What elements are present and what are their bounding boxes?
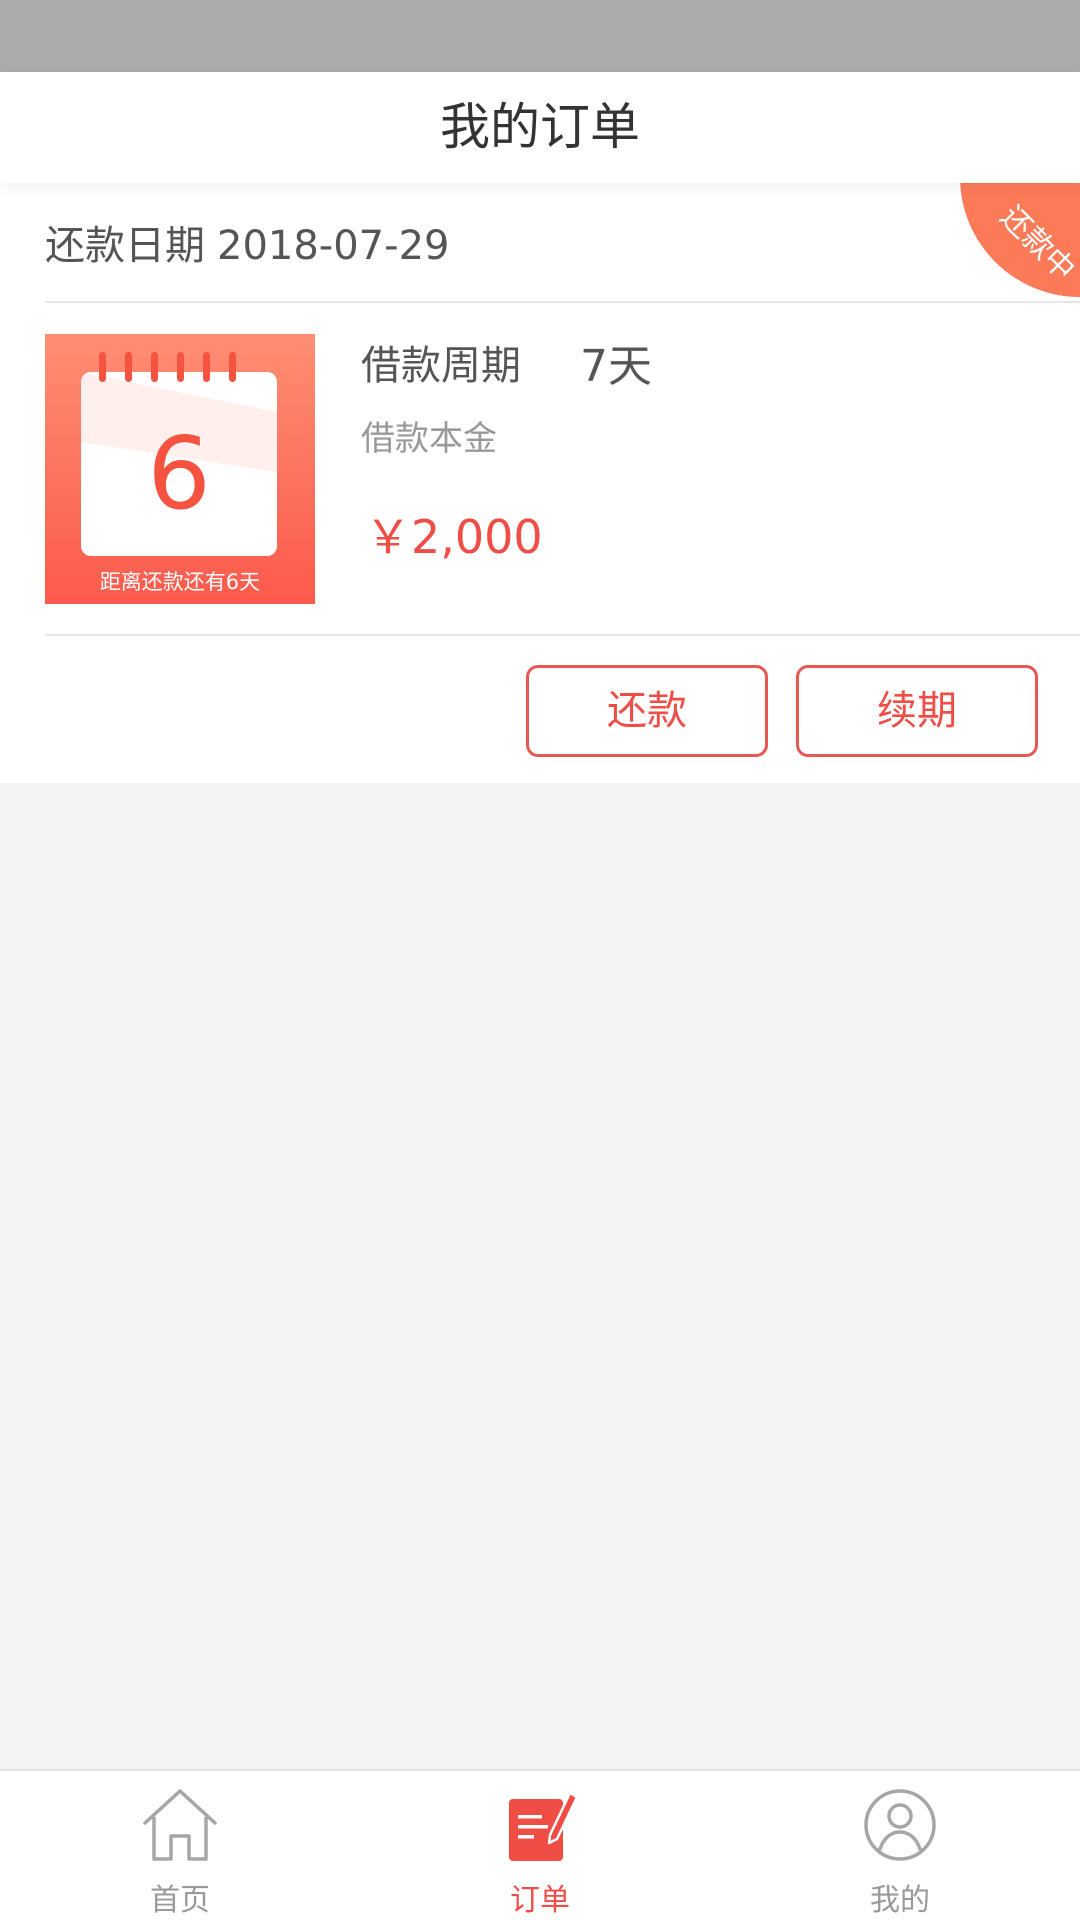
order-card[interactable]: 还款日期 2018-07-29 还款中 6 距离还款还有6天 借款周期 7天 借款… (0, 183, 1080, 783)
tab-orders-label: 订单 (510, 1883, 570, 1918)
renew-button[interactable]: 续期 (796, 665, 1038, 757)
status-bar (0, 0, 1080, 72)
calendar-icon: 6 距离还款还有6天 (45, 334, 315, 604)
calendar-ring (229, 352, 236, 382)
calendar-ring (99, 352, 106, 382)
repay-button[interactable]: 还款 (526, 665, 768, 757)
divider (45, 634, 1080, 636)
loan-period-value: 7天 (580, 341, 652, 392)
tab-mine-label: 我的 (870, 1883, 930, 1918)
due-date-value: 2018-07-29 (217, 223, 450, 269)
principal-label: 借款本金 (361, 419, 497, 459)
profile-icon (864, 1789, 936, 1861)
tab-orders[interactable]: 订单 (360, 1771, 720, 1920)
calendar-ring (125, 352, 132, 382)
days-remaining-number: 6 (147, 415, 211, 532)
tab-bar: 首页 订单 我的 (0, 1769, 1080, 1920)
due-date: 还款日期 2018-07-29 (45, 213, 449, 271)
home-icon (143, 1789, 217, 1861)
tab-home[interactable]: 首页 (0, 1771, 360, 1920)
due-date-label: 还款日期 (45, 223, 205, 269)
principal-value: ￥2,000 (365, 510, 543, 564)
calendar-ring (151, 352, 158, 382)
calendar-ring (203, 352, 210, 382)
tab-mine[interactable]: 我的 (720, 1771, 1080, 1920)
divider (45, 301, 1080, 303)
calendar-ring (177, 352, 184, 382)
page-title: 我的订单 (440, 98, 640, 156)
days-remaining-caption: 距离还款还有6天 (99, 570, 261, 594)
order-icon (509, 1791, 579, 1861)
tab-home-label: 首页 (150, 1883, 210, 1918)
loan-period-label: 借款周期 (361, 343, 521, 389)
header: 我的订单 (0, 72, 1080, 183)
